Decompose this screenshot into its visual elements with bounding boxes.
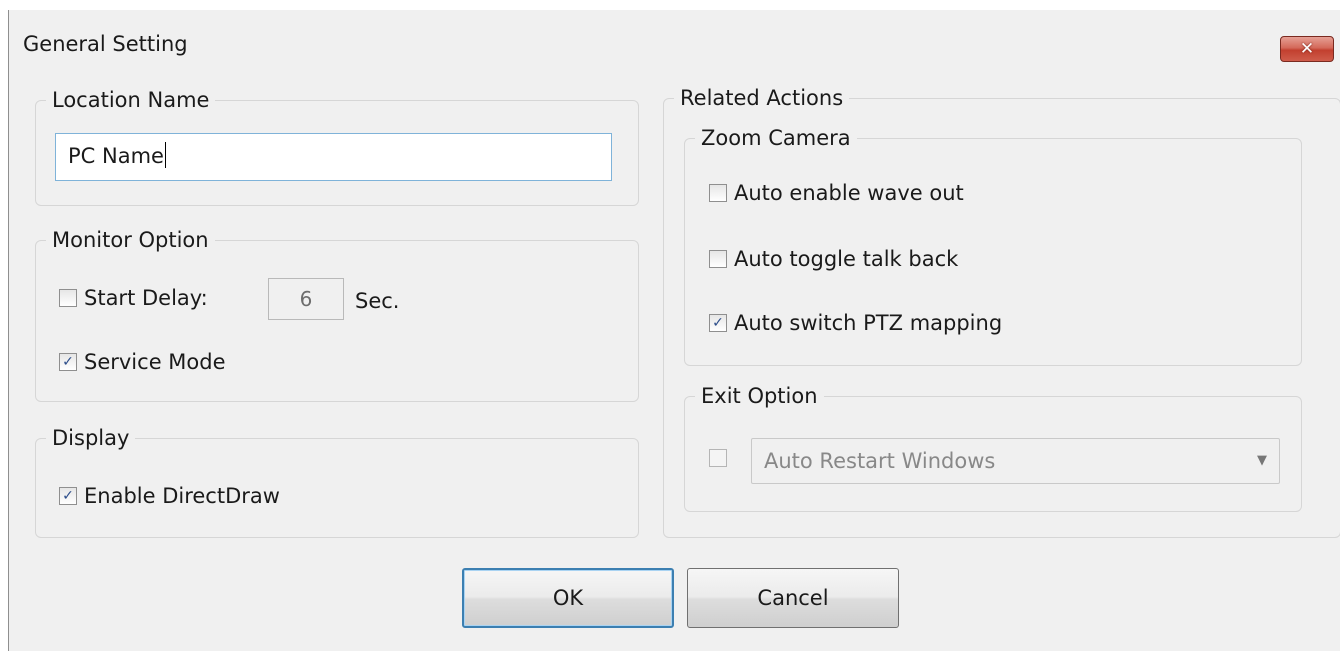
exit-action-select[interactable]: Auto Restart Windows ▼	[751, 438, 1280, 484]
directdraw-checkbox[interactable]: ✓ Enable DirectDraw	[59, 484, 280, 508]
talk-back-checkbox[interactable]: Auto toggle talk back	[709, 247, 958, 271]
exit-option-checkbox[interactable]	[709, 449, 734, 467]
checkbox-icon	[709, 184, 727, 202]
talk-back-label: Auto toggle talk back	[734, 247, 959, 271]
ptz-mapping-label: Auto switch PTZ mapping	[734, 311, 1003, 335]
wave-out-checkbox[interactable]: Auto enable wave out	[709, 181, 964, 205]
exit-option-legend: Exit Option	[701, 384, 818, 408]
display-legend: Display	[52, 426, 130, 450]
checkbox-icon	[709, 449, 727, 467]
checkbox-icon: ✓	[709, 314, 727, 332]
checkbox-icon: ✓	[59, 487, 77, 505]
close-icon: ✕	[1299, 38, 1315, 59]
ptz-mapping-checkbox[interactable]: ✓ Auto switch PTZ mapping	[709, 311, 1002, 335]
location-name-input[interactable]: PC Name	[55, 133, 612, 181]
related-actions-legend: Related Actions	[680, 86, 844, 110]
location-name-value: PC Name	[68, 144, 164, 168]
start-delay-input[interactable]: 6	[268, 278, 344, 320]
directdraw-label: Enable DirectDraw	[84, 484, 280, 508]
close-button[interactable]: ✕	[1280, 36, 1334, 62]
display-group: Display	[35, 426, 639, 538]
cancel-button[interactable]: Cancel	[687, 568, 899, 628]
checkbox-icon	[709, 250, 727, 268]
zoom-camera-legend: Zoom Camera	[701, 126, 851, 150]
start-delay-checkbox[interactable]: Start Delay:	[59, 286, 208, 310]
location-name-legend: Location Name	[52, 88, 210, 112]
start-delay-label: Start Delay:	[84, 286, 208, 310]
service-mode-label: Service Mode	[84, 350, 226, 374]
exit-action-value: Auto Restart Windows	[764, 449, 996, 473]
start-delay-value: 6	[299, 287, 313, 311]
title-bar[interactable]: General Setting ✕	[9, 18, 1340, 68]
checkbox-icon	[59, 289, 77, 307]
text-caret	[164, 142, 166, 168]
ok-button[interactable]: OK	[462, 568, 674, 628]
window-title: General Setting	[23, 32, 188, 56]
checkbox-icon: ✓	[59, 353, 77, 371]
general-setting-dialog: General Setting ✕ Location Name PC Name …	[8, 10, 1340, 651]
delay-unit-label: Sec.	[355, 289, 400, 313]
service-mode-checkbox[interactable]: ✓ Service Mode	[59, 350, 226, 374]
wave-out-label: Auto enable wave out	[734, 181, 964, 205]
chevron-down-icon: ▼	[1257, 453, 1267, 468]
monitor-option-legend: Monitor Option	[52, 228, 209, 252]
